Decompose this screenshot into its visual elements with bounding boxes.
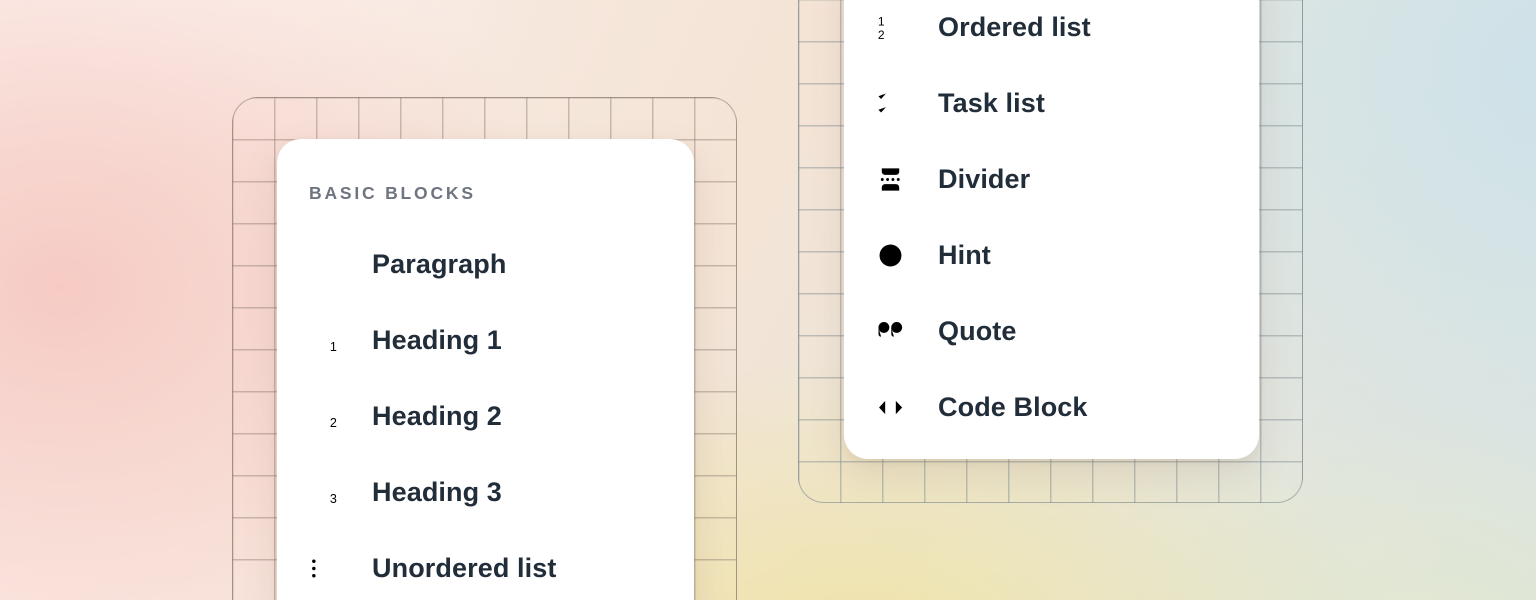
- menu-item-label: Heading 2: [372, 401, 502, 432]
- menu-item-label: Heading 3: [372, 477, 502, 508]
- hint-icon: [875, 240, 906, 271]
- more-blocks-menu: Ordered list Task list Divider Hint Quote Cod…: [844, 0, 1259, 459]
- menu-item-unordered-list[interactable]: Unordered list: [309, 530, 694, 600]
- editor-blocks-illustration: BASIC BLOCKS Paragraph Heading 1 Heading 2…: [0, 0, 1536, 600]
- heading-3-icon: [309, 477, 340, 508]
- divider-icon: [875, 164, 906, 195]
- menu-item-label: Task list: [938, 88, 1045, 119]
- menu-item-heading-2[interactable]: Heading 2: [309, 378, 694, 454]
- menu-item-label: Code Block: [938, 392, 1088, 423]
- ordered-list-icon: [875, 12, 906, 43]
- more-blocks-list: Ordered list Task list Divider Hint Quote Cod…: [875, 0, 1259, 445]
- menu-item-paragraph[interactable]: Paragraph: [309, 226, 694, 302]
- menu-item-label: Unordered list: [372, 553, 556, 584]
- task-list-icon: [875, 88, 906, 119]
- menu-item-hint[interactable]: Hint: [875, 217, 1259, 293]
- menu-item-quote[interactable]: Quote: [875, 293, 1259, 369]
- menu-item-ordered-list[interactable]: Ordered list: [875, 0, 1259, 65]
- unordered-list-icon: [309, 553, 340, 584]
- menu-item-heading-1[interactable]: Heading 1: [309, 302, 694, 378]
- heading-1-icon: [309, 325, 340, 356]
- menu-item-label: Hint: [938, 240, 991, 271]
- basic-blocks-menu: BASIC BLOCKS Paragraph Heading 1 Heading 2…: [277, 139, 694, 600]
- menu-item-heading-3[interactable]: Heading 3: [309, 454, 694, 530]
- menu-item-task-list[interactable]: Task list: [875, 65, 1259, 141]
- basic-blocks-header: BASIC BLOCKS: [309, 183, 694, 203]
- code-block-icon: [875, 392, 906, 423]
- quote-icon: [875, 316, 906, 347]
- menu-item-label: Ordered list: [938, 12, 1091, 43]
- heading-2-icon: [309, 401, 340, 432]
- menu-item-divider[interactable]: Divider: [875, 141, 1259, 217]
- paragraph-icon: [309, 249, 340, 280]
- menu-item-label: Divider: [938, 164, 1030, 195]
- menu-item-code-block[interactable]: Code Block: [875, 369, 1259, 445]
- basic-blocks-list: Paragraph Heading 1 Heading 2 Heading 3 Unor…: [309, 226, 694, 600]
- menu-item-label: Paragraph: [372, 249, 506, 280]
- menu-item-label: Heading 1: [372, 325, 502, 356]
- menu-item-label: Quote: [938, 316, 1017, 347]
